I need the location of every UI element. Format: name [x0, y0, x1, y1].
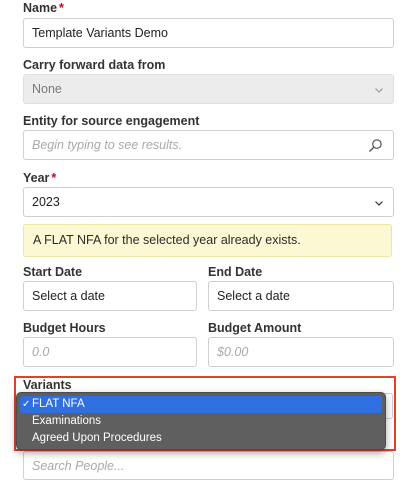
chevron-down-icon: [375, 88, 383, 93]
name-input[interactable]: Template Variants Demo: [23, 18, 394, 48]
variant-option-examinations[interactable]: Examinations: [20, 413, 382, 430]
year-select[interactable]: 2023: [23, 187, 394, 217]
budget-amount-label: Budget Amount: [208, 321, 302, 335]
start-date-value: Select a date: [32, 289, 105, 303]
entity-placeholder: Begin typing to see results.: [32, 138, 183, 152]
entity-search-input[interactable]: Begin typing to see results.: [23, 130, 394, 160]
required-mark: *: [59, 1, 64, 15]
year-value: 2023: [32, 195, 60, 209]
end-date-value: Select a date: [217, 289, 290, 303]
carry-forward-label: Carry forward data from: [23, 58, 166, 72]
carry-forward-value: None: [32, 82, 62, 96]
variant-option-agreed-upon-procedures[interactable]: Agreed Upon Procedures: [20, 430, 382, 447]
variants-dropdown-list: ✓ FLAT NFA Examinations Agreed Upon Proc…: [16, 392, 386, 450]
budget-hours-label: Budget Hours: [23, 321, 106, 335]
carry-forward-select[interactable]: None: [23, 74, 394, 104]
duplicate-year-notice: A FLAT NFA for the selected year already…: [23, 224, 392, 257]
variant-option-label: Examinations: [32, 415, 102, 427]
search-icon: [369, 139, 382, 152]
budget-amount-placeholder: $0.00: [217, 345, 249, 359]
variant-option-label: FLAT NFA: [32, 398, 85, 410]
end-date-label: End Date: [208, 265, 263, 279]
name-label: Name *: [23, 0, 64, 16]
start-date-label: Start Date: [23, 265, 83, 279]
budget-hours-input[interactable]: 0.0: [23, 337, 197, 367]
checkmark-icon: ✓: [22, 399, 31, 410]
end-date-input[interactable]: Select a date: [208, 281, 394, 311]
entity-label: Entity for source engagement: [23, 114, 200, 128]
required-mark: *: [51, 171, 57, 185]
people-search-input[interactable]: Search People...: [23, 451, 394, 480]
chevron-down-icon: [375, 201, 383, 206]
budget-amount-input[interactable]: $0.00: [208, 337, 394, 367]
people-search-placeholder: Search People...: [32, 459, 125, 473]
budget-hours-placeholder: 0.0: [32, 345, 50, 359]
year-label-text: Year: [23, 171, 50, 185]
engagement-form: Name * Template Variants Demo Carry forwa…: [0, 0, 415, 483]
start-date-input[interactable]: Select a date: [23, 281, 197, 311]
variant-option-label: Agreed Upon Procedures: [32, 432, 162, 444]
name-label-text: Name: [23, 1, 58, 15]
variant-option-flat-nfa[interactable]: ✓ FLAT NFA: [20, 396, 382, 413]
year-label: Year *: [23, 170, 56, 186]
name-input-value: Template Variants Demo: [32, 26, 168, 40]
